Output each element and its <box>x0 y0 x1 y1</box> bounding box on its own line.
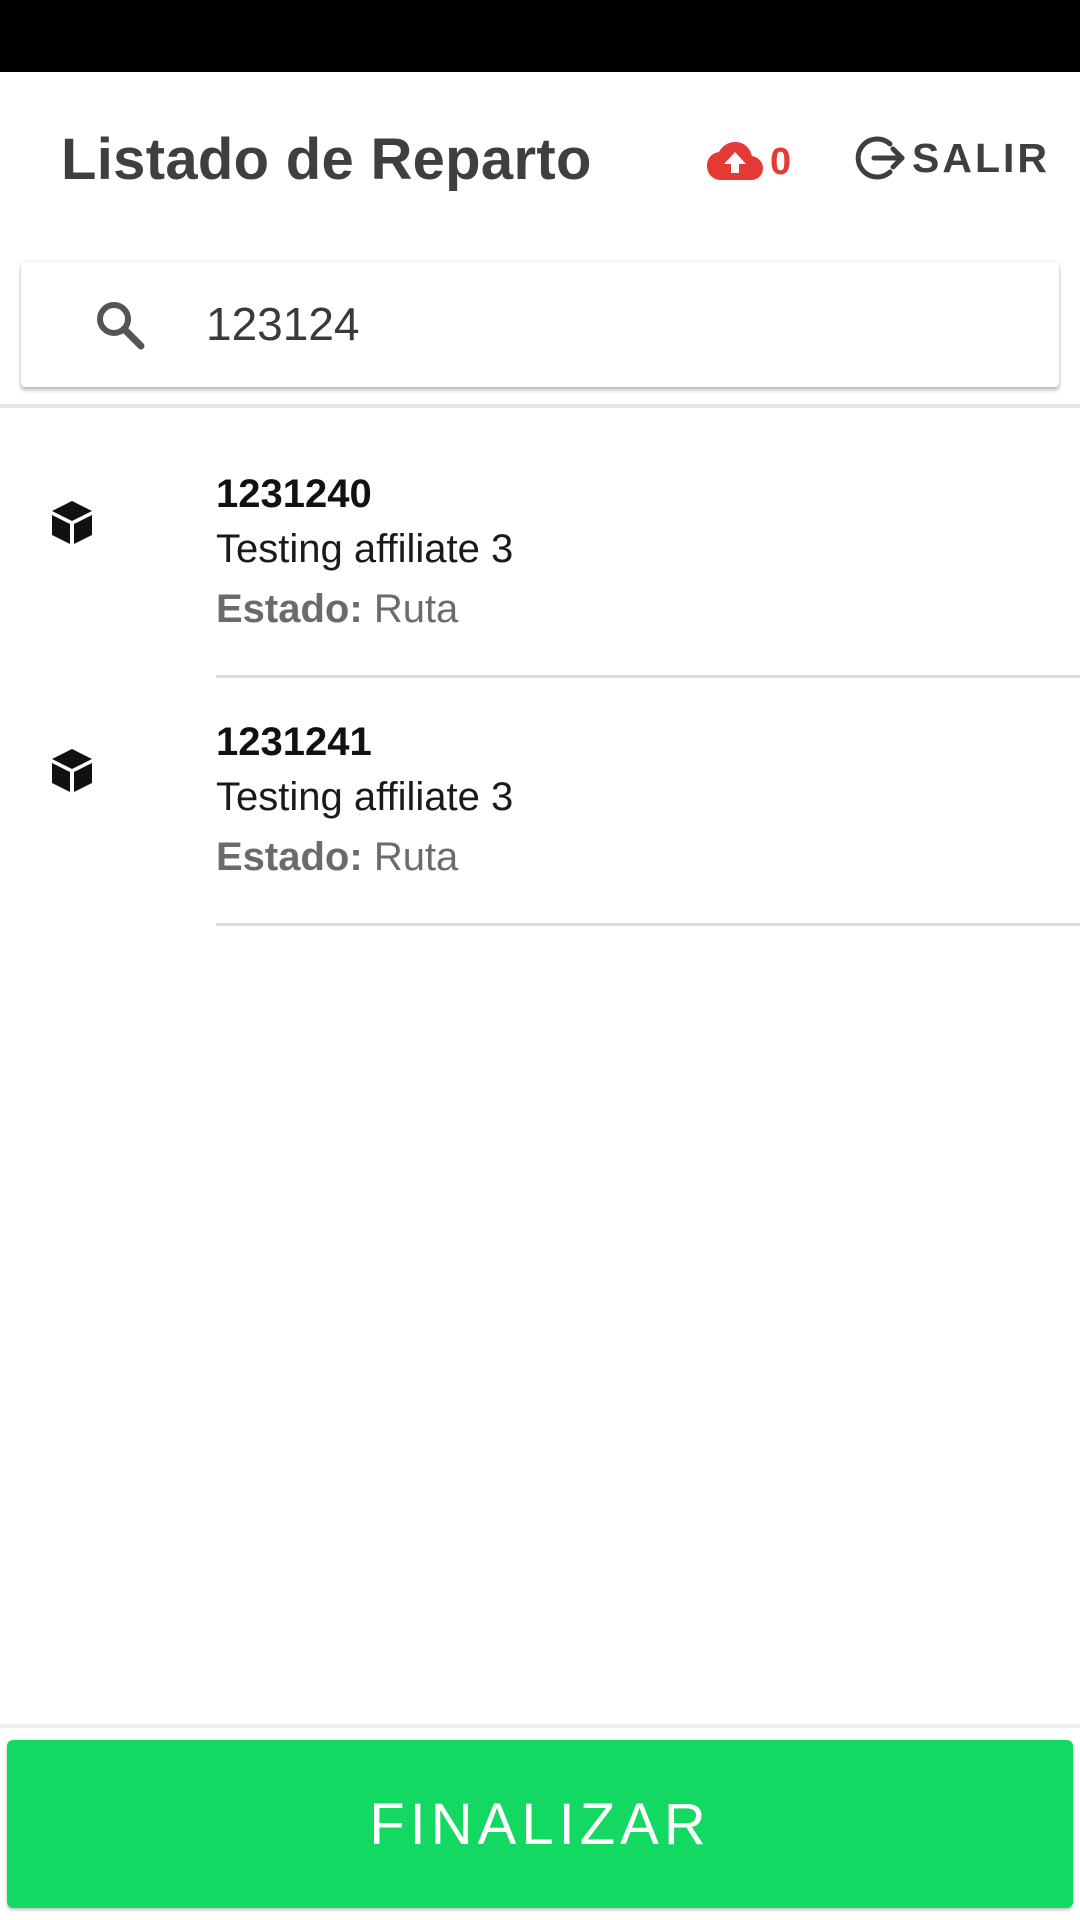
cloud-upload-icon <box>707 142 763 180</box>
sync-indicator[interactable]: 0 <box>706 132 791 192</box>
status-label: Estado: <box>216 835 363 879</box>
footer-divider <box>0 1724 1080 1728</box>
item-code: 1231240 <box>216 472 372 516</box>
status-value: Ruta <box>373 587 459 631</box>
search-input[interactable] <box>206 284 1026 364</box>
logout-button[interactable]: SALIR <box>854 128 1050 188</box>
page-title: Listado de Reparto <box>61 127 592 192</box>
sync-count: 0 <box>770 140 792 183</box>
search-bar <box>21 262 1059 387</box>
item-code: 1231241 <box>216 720 372 764</box>
search-icon <box>97 302 145 350</box>
status-value: Ruta <box>373 835 459 879</box>
finalize-button[interactable]: FINALIZAR <box>7 1740 1073 1908</box>
item-name: Testing affiliate 3 <box>216 527 514 571</box>
item-status: Estado: Ruta <box>216 835 458 880</box>
package-icon <box>52 501 92 544</box>
logout-label: SALIR <box>912 134 1050 181</box>
status-bar <box>0 0 1080 72</box>
list-item[interactable]: 1231241 Testing affiliate 3 Estado: Ruta <box>0 678 1080 926</box>
item-status: Estado: Ruta <box>216 587 458 632</box>
logout-icon <box>855 136 905 180</box>
list-item[interactable]: 1231240 Testing affiliate 3 Estado: Ruta <box>0 430 1080 678</box>
item-divider <box>216 923 1080 926</box>
app-header: Listado de Reparto 0 SALIR <box>0 72 1080 240</box>
list-divider <box>0 404 1080 408</box>
package-icon <box>52 749 92 792</box>
item-name: Testing affiliate 3 <box>216 775 514 819</box>
status-label: Estado: <box>216 587 363 631</box>
